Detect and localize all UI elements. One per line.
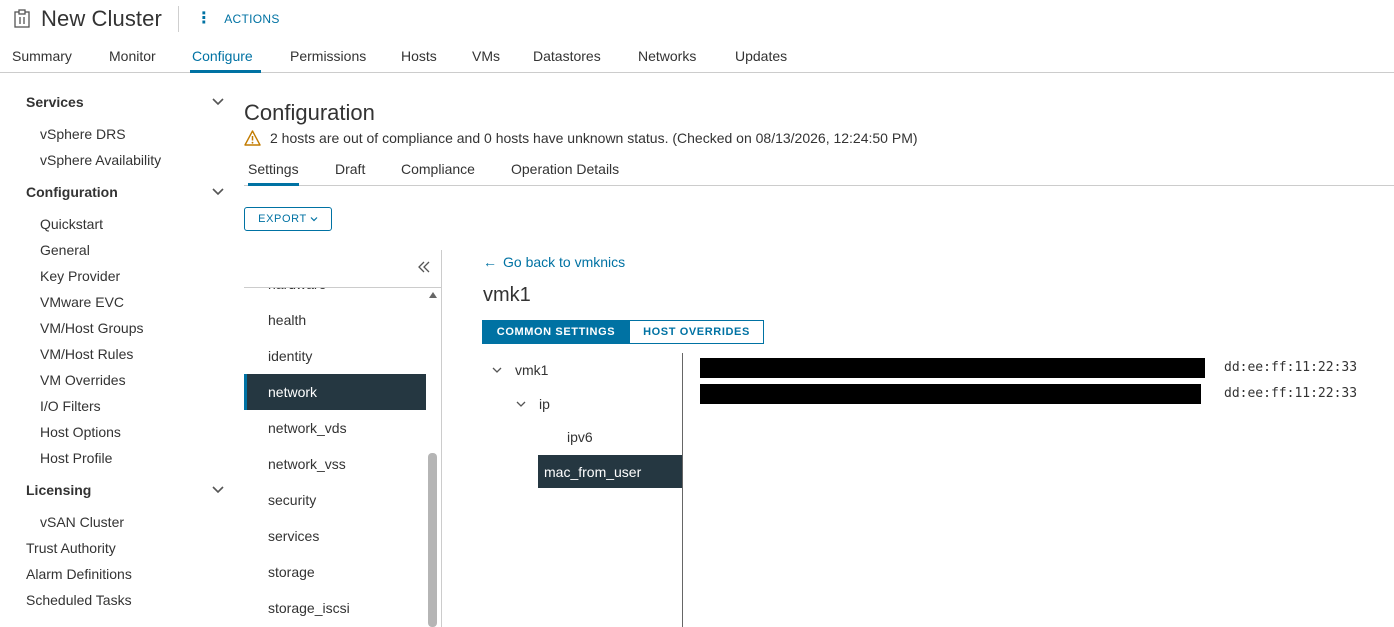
section-title: Configuration [244,100,375,125]
actions-label: ACTIONS [224,12,280,26]
sidebar-item-vsphere-availability[interactable]: vSphere Availability [40,147,230,173]
tree-item-health[interactable]: health [244,302,426,338]
arrow-left-icon: ← [483,254,497,270]
sidebar-item-vsan-cluster[interactable]: vSAN Cluster [40,509,230,535]
node-label: ipv6 [567,429,593,445]
header-divider [177,6,179,32]
tab-permissions[interactable]: Permissions [290,40,366,73]
tree-scrollbar[interactable] [428,288,438,627]
compliance-warning: 2 hosts are out of compliance and 0 host… [244,130,918,146]
double-chevron-left-icon[interactable] [417,260,431,274]
tab-networks[interactable]: Networks [638,40,696,73]
tab-hosts[interactable]: Hosts [401,40,437,73]
sidebar-item-host-options[interactable]: Host Options [40,419,230,445]
sidebar-item-vmware-evc[interactable]: VMware EVC [40,289,230,315]
export-button[interactable]: EXPORT [244,207,332,231]
tree-item-services[interactable]: services [244,518,426,554]
sidebar-section-licensing[interactable]: Licensing [26,477,232,503]
sidebar-item-io-filters[interactable]: I/O Filters [40,393,230,419]
tab-settings[interactable]: Settings [248,161,299,186]
tab-draft[interactable]: Draft [335,161,365,186]
chevron-down-icon [212,98,224,106]
chevron-down-icon [212,486,224,494]
scroll-up-arrow-icon[interactable] [429,292,437,298]
sidebar-item-vsphere-drs[interactable]: vSphere DRS [40,121,230,147]
tree-item-hardware[interactable]: hardware [244,288,426,302]
tree-node-ip[interactable]: ip [516,387,550,421]
sidebar-item-trust-authority[interactable]: Trust Authority [26,535,230,561]
sidebar-section-label: Services [26,94,84,110]
config-sub-tabs: Settings Draft Compliance Operation Deta… [244,156,1394,186]
sidebar-section-label: Licensing [26,482,92,498]
sidebar-item-vm-host-rules[interactable]: VM/Host Rules [40,341,230,367]
sidebar-item-host-profile[interactable]: Host Profile [40,445,230,471]
host-overrides-button[interactable]: HOST OVERRIDES [630,320,764,344]
redacted-field [700,384,1201,404]
scrollbar-thumb[interactable] [428,453,437,627]
chevron-down-icon [310,217,318,222]
export-label: EXPORT [258,213,307,225]
sidebar-item-quickstart[interactable]: Quickstart [40,211,230,237]
sidebar-item-key-provider[interactable]: Key Provider [40,263,230,289]
sidebar-item-vm-overrides[interactable]: VM Overrides [40,367,230,393]
vmk-title: vmk1 [483,284,531,306]
common-settings-button[interactable]: COMMON SETTINGS [482,320,630,344]
sidebar-section-configuration[interactable]: Configuration [26,179,232,205]
chevron-down-icon [212,188,224,196]
tab-configure[interactable]: Configure [190,40,261,73]
mac-address-value: dd:ee:ff:11:22:33 [1224,386,1358,401]
chevron-down-icon[interactable] [492,365,502,375]
tree-item-network-vss[interactable]: network_vss [244,446,426,482]
settings-segmented-control: COMMON SETTINGS HOST OVERRIDES [482,320,764,344]
tab-vms[interactable]: VMs [472,40,500,73]
sidebar-item-alarm-definitions[interactable]: Alarm Definitions [26,561,230,587]
tree-item-security[interactable]: security [244,482,426,518]
chevron-down-icon[interactable] [516,399,526,409]
actions-button[interactable]: ⋮ ACTIONS [196,11,280,27]
tab-updates[interactable]: Updates [735,40,787,73]
sidebar-item-scheduled-tasks[interactable]: Scheduled Tasks [26,587,230,613]
back-link-label: Go back to vmknics [503,254,626,270]
sidebar-section-label: Configuration [26,184,118,200]
mac-address-value: dd:ee:ff:11:22:33 [1224,360,1358,375]
tree-node-ipv6[interactable]: ipv6 [567,420,593,454]
page-title: New Cluster [41,6,162,31]
profile-tree-panel: hardware health identity network network… [244,250,442,627]
sidebar-item-general[interactable]: General [40,237,230,263]
page-header: New Cluster ⋮ ACTIONS [12,6,280,32]
redacted-field [700,358,1205,378]
back-to-vmknics-link[interactable]: ← Go back to vmknics [483,254,625,270]
sidebar-item-vm-host-groups[interactable]: VM/Host Groups [40,315,230,341]
tab-summary[interactable]: Summary [12,40,72,73]
tab-monitor[interactable]: Monitor [109,40,156,73]
tree-item-identity[interactable]: identity [244,338,426,374]
detail-divider [682,353,683,627]
node-label: ip [539,396,550,412]
warning-text: 2 hosts are out of compliance and 0 host… [270,130,918,146]
tree-item-network-vds[interactable]: network_vds [244,410,426,446]
node-label: mac_from_user [544,463,642,480]
tree-item-storage[interactable]: storage [244,554,426,590]
tree-node-vmk1[interactable]: vmk1 [492,353,548,387]
sidebar-section-services[interactable]: Services [26,89,232,115]
tab-compliance[interactable]: Compliance [401,161,475,186]
tree-item-network[interactable]: network [244,374,426,410]
tree-list: hardware health identity network network… [244,288,430,627]
more-vertical-icon: ⋮ [195,10,213,27]
node-label: vmk1 [515,362,549,378]
tab-datastores[interactable]: Datastores [533,40,601,73]
tab-operation-details[interactable]: Operation Details [511,161,619,186]
tree-node-mac-from-user[interactable]: mac_from_user [538,455,682,488]
tree-item-storage-iscsi[interactable]: storage_iscsi [244,590,426,626]
warning-icon [244,130,261,146]
main-tabs: Summary Monitor Configure Permissions Ho… [0,40,1394,73]
cluster-icon [12,9,32,29]
